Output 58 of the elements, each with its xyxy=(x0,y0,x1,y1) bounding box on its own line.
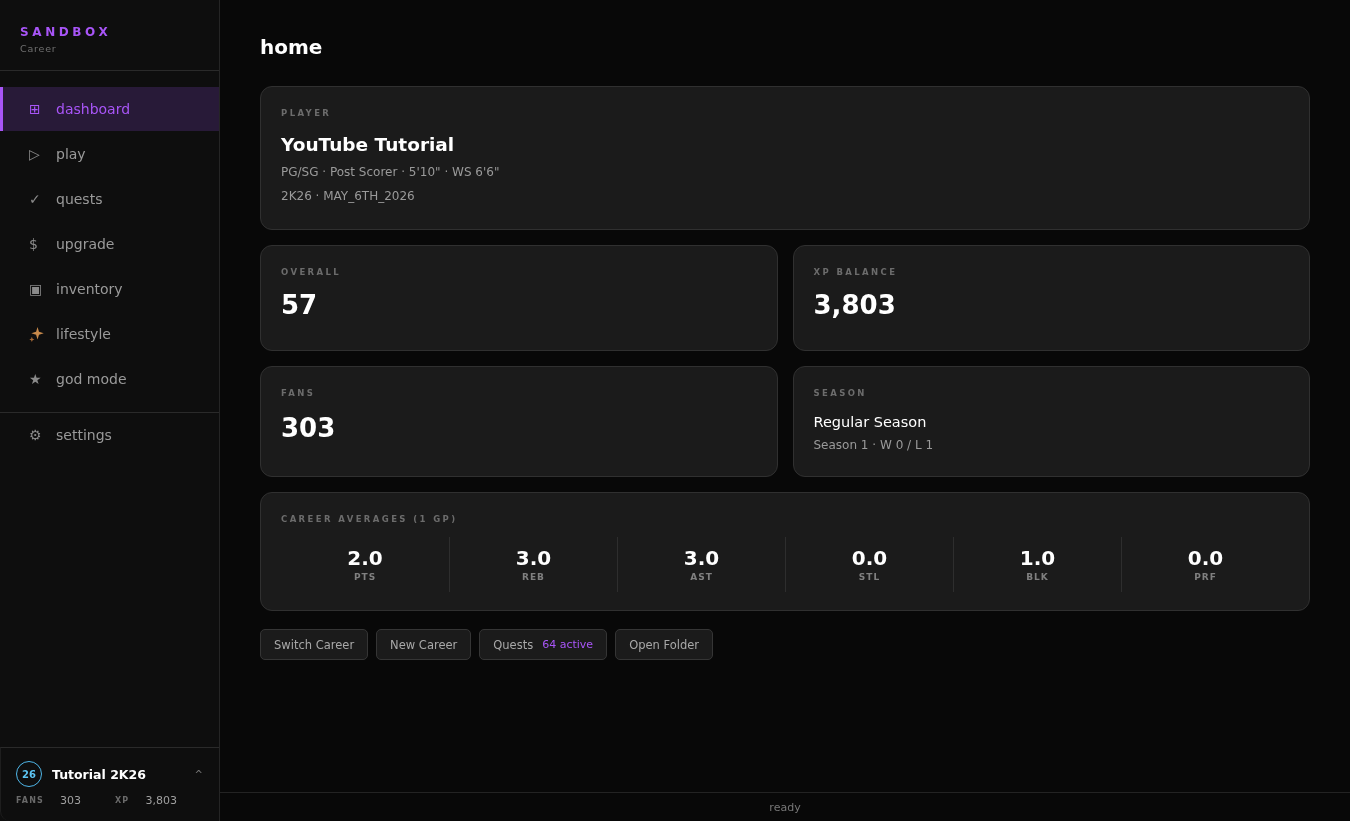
stat-value: 3,803 xyxy=(813,289,896,322)
action-button[interactable]: Switch Career xyxy=(260,629,369,660)
brand-title: SANDBOX xyxy=(20,24,112,40)
check-icon: ✓ xyxy=(29,191,41,207)
gear-icon: ⚙ xyxy=(29,427,42,443)
nav-item[interactable]: ✓ quests xyxy=(0,177,219,221)
average-value: 3.0 xyxy=(515,546,552,570)
brand-subtitle: Career xyxy=(20,43,57,55)
stat-value: 303 xyxy=(281,412,336,445)
player-name: YouTube Tutorial xyxy=(281,133,455,157)
profile-name: Tutorial 2K26 xyxy=(52,766,147,782)
action-button[interactable]: Open Folder xyxy=(615,629,714,660)
stat-value: 3,803 xyxy=(145,794,177,807)
grid-icon: ⊞ xyxy=(29,101,41,117)
nav-item[interactable]: ⊞ dashboard xyxy=(0,87,219,131)
caret-icon[interactable]: ^ xyxy=(194,768,203,780)
nav-item[interactable]: ⚙ settings xyxy=(0,413,219,457)
player-detail: PG/SG · Post Scorer · 5'10" · WS 6'6" xyxy=(281,164,500,181)
average-value: 0.0 xyxy=(851,546,888,570)
season-detail: Season 1 · W 0 / L 1 xyxy=(813,437,934,453)
nav-item[interactable]: ★ god mode xyxy=(0,357,219,401)
card-label: OVERALL xyxy=(281,266,342,278)
square-icon: ▣ xyxy=(29,281,43,297)
season-title: Regular Season xyxy=(813,413,927,432)
nav-item[interactable]: $ upgrade xyxy=(0,222,219,266)
profile-panel[interactable]: 26 Tutorial 2K26 ^ FANS 303 XP 3,803 xyxy=(0,747,219,821)
card-label: XP BALANCE xyxy=(813,266,898,278)
average-value: 2.0 xyxy=(347,546,383,570)
status-text: ready xyxy=(769,800,801,814)
play-icon: ▷ xyxy=(29,146,40,162)
nav-item[interactable]: ▷ play xyxy=(0,132,219,176)
sparkles-icon xyxy=(29,326,44,342)
page-title: home xyxy=(260,34,323,60)
average-label: REB xyxy=(522,572,545,583)
average-value: 3.0 xyxy=(683,546,720,570)
average-label: PTS xyxy=(353,572,377,583)
average-label: AST xyxy=(690,572,713,583)
player-detail: 2K26 · MAY_6TH_2026 xyxy=(281,188,415,205)
stat-value: 303 xyxy=(60,794,81,807)
average-value: 1.0 xyxy=(1019,546,1056,570)
card-label: FANS xyxy=(281,387,316,399)
nav-item[interactable]: lifestyle xyxy=(0,312,219,356)
star-icon: ★ xyxy=(29,371,42,387)
average-label: STL xyxy=(858,572,881,583)
stat-label: XP xyxy=(115,796,130,805)
stat-label: FANS xyxy=(16,796,44,805)
action-button[interactable]: New Career xyxy=(376,629,472,660)
average-label: BLK xyxy=(1026,572,1049,583)
stat-value: 57 xyxy=(281,289,318,322)
average-label: PRF xyxy=(1194,572,1217,583)
card-label: SEASON xyxy=(813,387,867,399)
active-count: 64 active xyxy=(542,638,594,651)
action-button[interactable]: Quests 64 active xyxy=(479,629,608,660)
card-label: PLAYER xyxy=(281,107,332,119)
dollar-icon: $ xyxy=(29,236,38,252)
average-value: 0.0 xyxy=(1187,546,1224,570)
card-label: CAREER AVERAGES (1 GP) xyxy=(281,513,458,525)
nav-item[interactable]: ▣ inventory xyxy=(0,267,219,311)
